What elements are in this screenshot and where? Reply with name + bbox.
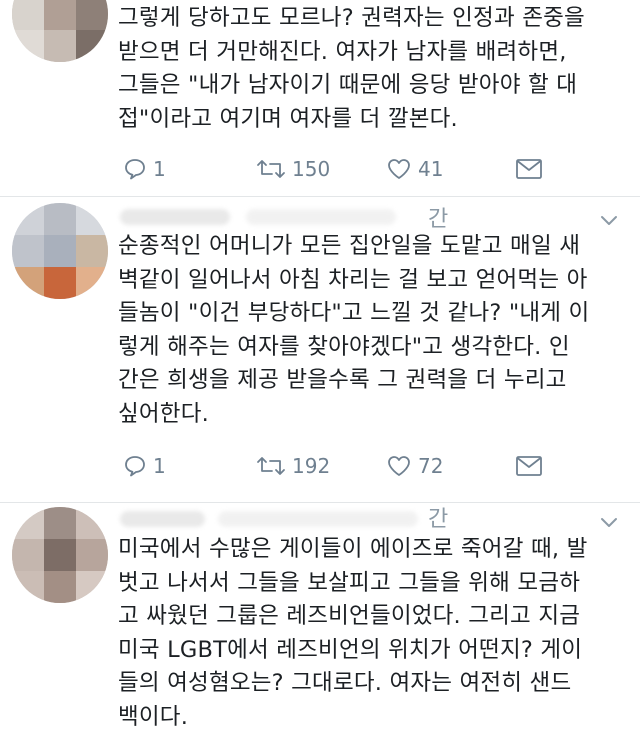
handle-blurred [218,511,418,527]
tweet-1[interactable]: 그렇게 당하고도 모르나? 권력자는 인정과 존중을 받으면 더 거만해진다. … [0,0,640,195]
reply-button[interactable]: 1 [123,152,166,186]
like-button[interactable]: 72 [386,449,443,483]
retweet-icon [257,457,285,475]
tweet-actions: 1 150 41 [118,152,628,186]
direct-message-icon [516,456,542,476]
tweet-text: 순종적인 어머니가 모든 집안일을 도맡고 매일 새 벽같이 일어나서 아침 차… [118,233,590,427]
direct-message-button[interactable] [515,152,543,186]
like-icon [388,159,410,179]
retweet-icon [257,160,285,178]
username-blurred [120,209,230,225]
timestamp: 간 [428,207,449,232]
timestamp: 간 [428,507,449,532]
reply-icon [125,159,145,180]
handle-blurred [246,209,396,225]
avatar[interactable] [12,0,108,62]
like-icon [388,456,410,476]
retweet-button[interactable]: 150 [256,152,330,186]
tweet-3[interactable]: 간 미국에서 수많은 게이들이 에이즈로 죽어갈 때, 발 벗고 나서서 그들을… [0,503,640,730]
direct-message-icon [516,159,542,179]
retweet-count: 150 [292,157,331,181]
tweet-text: 그렇게 당하고도 모르나? 권력자는 인정과 존중을 받으면 더 거만해진다. … [118,5,585,132]
tweet-header[interactable]: 간 [118,503,588,533]
reply-icon [125,456,145,477]
caret-down-icon[interactable] [598,511,620,533]
reply-count: 1 [153,157,166,181]
tweet-2[interactable]: 간 순종적인 어머니가 모든 집안일을 도맡고 매일 새 벽같이 일어나서 아침… [0,197,640,501]
tweet-text: 미국에서 수많은 게이들이 에이즈로 죽어갈 때, 발 벗고 나서서 그들을 보… [118,536,588,730]
retweet-button[interactable]: 192 [256,449,330,483]
tweet-actions: 1 192 72 [118,449,628,483]
like-count: 41 [418,157,444,181]
avatar[interactable] [12,507,108,603]
retweet-count: 192 [292,454,331,478]
like-button[interactable]: 41 [386,152,443,186]
caret-down-icon[interactable] [598,209,620,231]
username-blurred [120,511,205,527]
reply-count: 1 [153,454,166,478]
reply-button[interactable]: 1 [123,449,166,483]
avatar[interactable] [12,203,108,299]
direct-message-button[interactable] [515,449,543,483]
tweet-header[interactable]: 간 [118,201,588,232]
like-count: 72 [418,454,444,478]
